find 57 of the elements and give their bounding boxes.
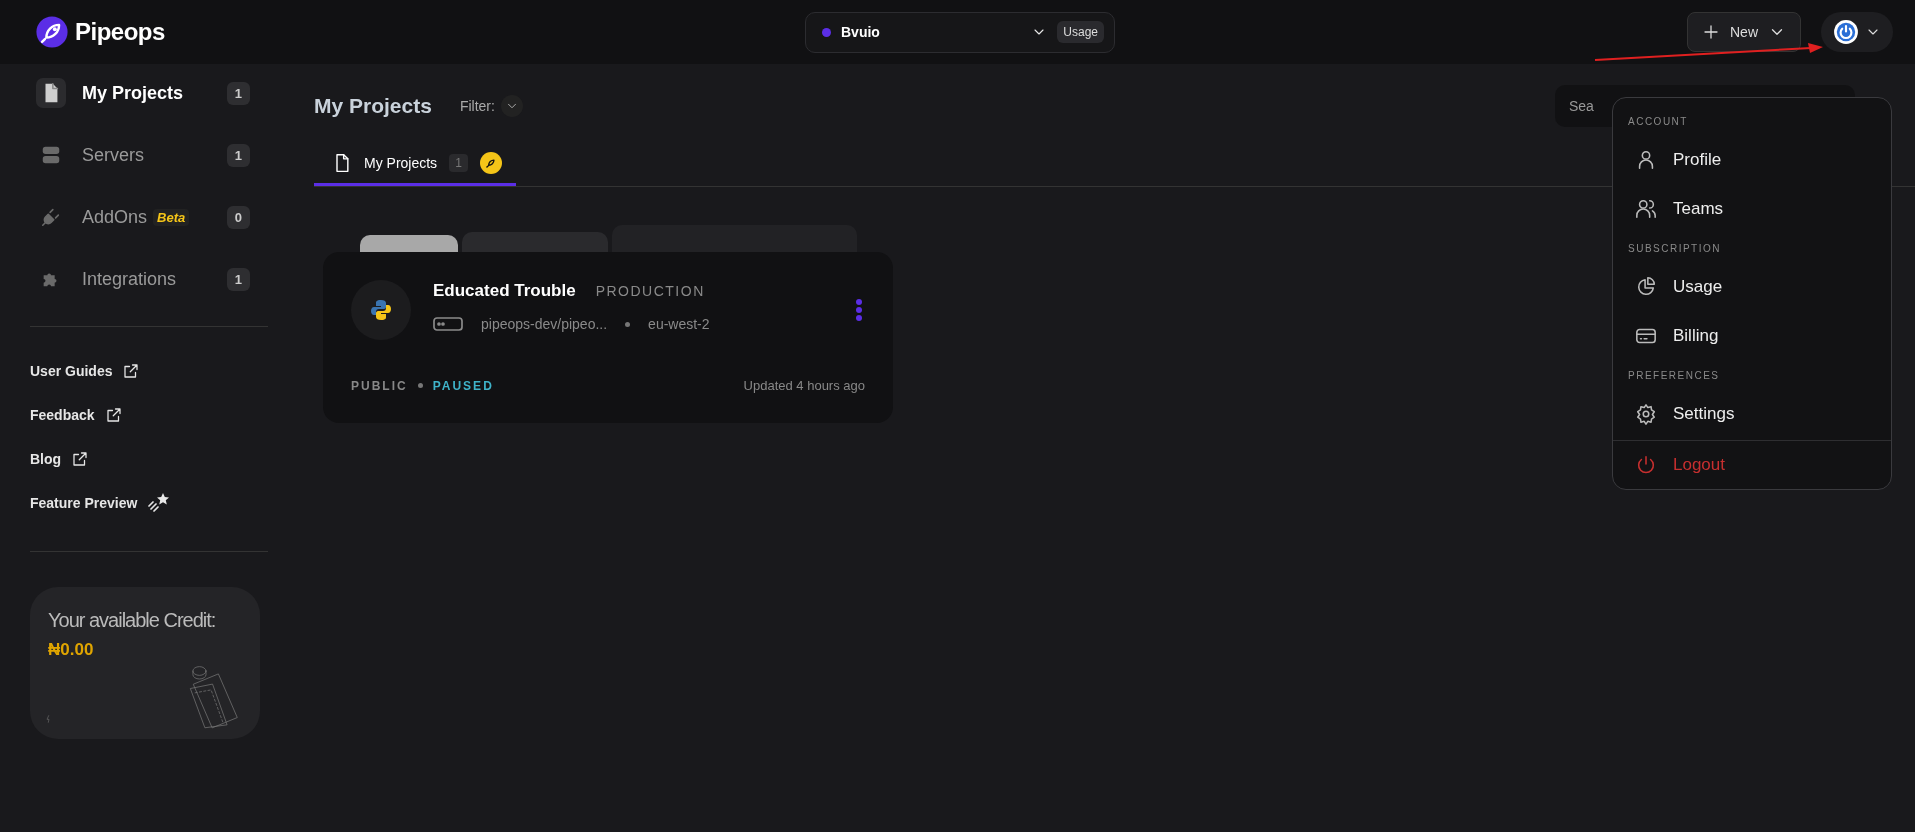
- project-name[interactable]: Educated Trouble: [433, 281, 576, 301]
- shooting-star-icon: [147, 491, 172, 515]
- count-badge: 1: [226, 81, 250, 105]
- credit-title: Your available Credit:: [48, 609, 217, 632]
- pie-chart-icon: [1635, 275, 1657, 298]
- people-icon: [1635, 197, 1657, 220]
- visibility-label: PUBLIC: [351, 378, 408, 393]
- count-badge: 1: [226, 267, 250, 291]
- repository-name: pipeops-dev/pipeo...: [481, 316, 608, 332]
- sidebar-item[interactable]: My Projects 1: [30, 62, 268, 124]
- menu-item[interactable]: Usage: [1613, 262, 1891, 311]
- plug-icon: [40, 206, 62, 228]
- sidebar-item[interactable]: Servers 1: [30, 124, 268, 186]
- menu-item[interactable]: Billing: [1613, 311, 1891, 360]
- usage-badge[interactable]: Usage: [1057, 21, 1104, 43]
- sidebar-link[interactable]: Blog: [30, 451, 62, 467]
- new-button[interactable]: New: [1687, 12, 1801, 52]
- sidebar-item[interactable]: Integrations 1: [30, 248, 268, 310]
- projects-tab[interactable]: My Projects 1: [314, 142, 516, 186]
- menu-section-heading: SUBSCRIPTION: [1627, 242, 1722, 256]
- power-icon: [1635, 454, 1657, 476]
- gear-icon: [1635, 402, 1657, 425]
- count-badge: 1: [226, 143, 250, 167]
- sidebar-link[interactable]: Feature Preview: [30, 495, 138, 511]
- menu-section-heading: PREFERENCES: [1627, 369, 1721, 383]
- logo-text[interactable]: Pipeops: [75, 18, 165, 46]
- sidebar-link[interactable]: Feedback: [30, 407, 95, 423]
- beta-badge: Beta: [153, 208, 190, 226]
- count-badge: 0: [226, 205, 250, 229]
- sidebar-item[interactable]: AddOns Beta 0: [30, 186, 268, 248]
- spark-icon: [44, 715, 52, 723]
- workspace-name: Bvuio: [841, 24, 881, 40]
- filter-dropdown[interactable]: Filter:: [453, 94, 529, 118]
- external-link-icon: [71, 450, 90, 468]
- updated-time: Updated 4 hours ago: [743, 378, 865, 393]
- workspace-dot-icon: [822, 27, 831, 37]
- credit-amount: ₦0.00: [48, 640, 95, 660]
- status-label: PAUSED: [432, 378, 494, 393]
- rocket-logo-icon: [35, 15, 69, 49]
- menu-section-heading: ACCOUNT: [1627, 115, 1689, 129]
- region-label: eu-west-2: [648, 316, 710, 332]
- count-badge: 1: [449, 153, 468, 172]
- server-icon: [40, 144, 62, 166]
- external-link-icon: [104, 406, 123, 424]
- environment-label: PRODUCTION: [595, 283, 705, 299]
- menu-item[interactable]: Settings: [1613, 389, 1891, 438]
- account-button[interactable]: [1821, 12, 1893, 52]
- external-link-icon: [122, 362, 141, 380]
- page-title: My Projects: [314, 94, 432, 118]
- more-options-button[interactable]: [853, 296, 865, 324]
- menu-item[interactable]: Profile: [1613, 135, 1891, 184]
- plus-icon: [1702, 23, 1720, 41]
- menu-item[interactable]: Teams: [1613, 184, 1891, 233]
- power-icon: [1833, 19, 1859, 45]
- project-card[interactable]: Educated Trouble PRODUCTION pipeops-dev/pipeo... eu-west-2 PUBLIC PAUSED Updated 4 hours ago: [323, 252, 893, 423]
- workspace-selector[interactable]: Bvuio Usage: [805, 11, 1115, 53]
- sidebar-link[interactable]: User Guides: [30, 363, 113, 379]
